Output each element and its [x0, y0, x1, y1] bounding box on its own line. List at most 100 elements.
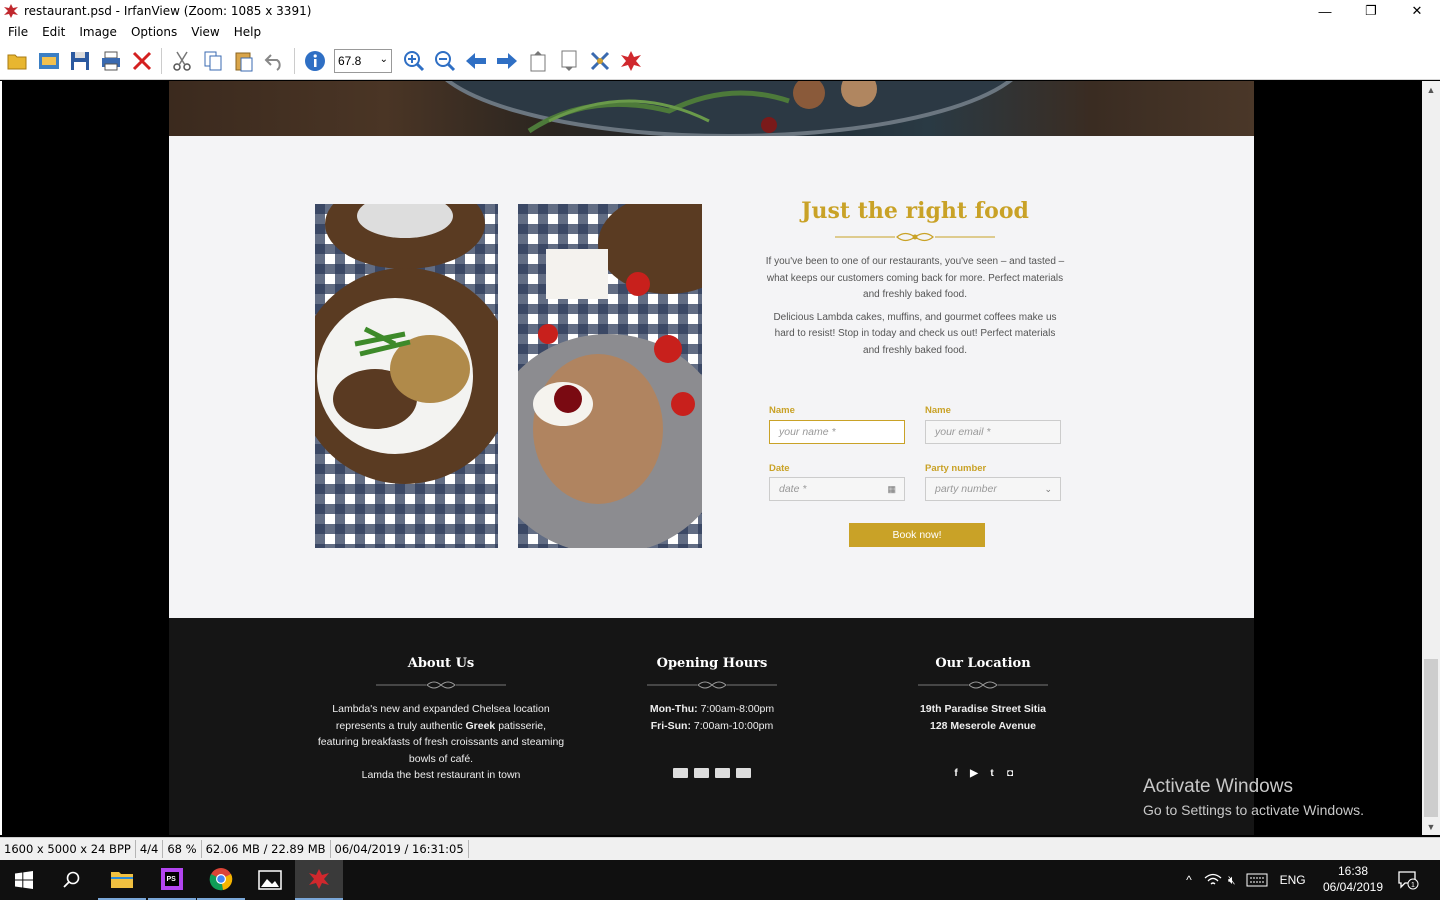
hours-text: Mon-Thu: 7:00am-8:00pm Fri-Sun: 7:00am-10…: [649, 703, 775, 732]
food-photo-fruit-granola: [518, 204, 702, 548]
location-column: Our Location 19th Paradise Street Sitia 1…: [858, 656, 1108, 779]
wifi-icon[interactable]: [1204, 873, 1222, 887]
name-input[interactable]: your name *: [769, 420, 905, 444]
photos-icon[interactable]: [246, 860, 294, 900]
scroll-down-arrow-icon[interactable]: ▼: [1422, 818, 1440, 835]
twitter-icon[interactable]: t: [986, 768, 998, 779]
facebook-icon[interactable]: f: [950, 768, 962, 779]
toolbar: 67.8 ⌄: [0, 42, 1440, 80]
about-column: About Us Lambda's new and expanded Chels…: [316, 656, 566, 784]
language-indicator[interactable]: ENG: [1280, 873, 1306, 887]
email-placeholder: your email *: [935, 426, 991, 438]
clock-time: 16:38: [1337, 864, 1369, 878]
menu-options[interactable]: Options: [123, 25, 183, 39]
section-title: Just the right food: [801, 198, 1029, 224]
food-photo-meat-quinoa: [315, 204, 498, 548]
ornament-divider-icon: [376, 681, 506, 689]
print-icon[interactable]: [95, 46, 126, 76]
scroll-thumb[interactable]: [1424, 659, 1438, 817]
search-icon[interactable]: [48, 860, 96, 900]
irfanview-taskbar-icon[interactable]: [295, 860, 343, 900]
date-label: Date: [769, 463, 790, 474]
party-label: Party number: [925, 463, 987, 474]
date-placeholder: date *: [779, 483, 807, 495]
scroll-up-arrow-icon[interactable]: ▲: [1422, 81, 1440, 98]
reservation-section: Just the right food If you've been to on…: [169, 136, 1254, 618]
about-text: Lambda's new and expanded Chelsea locati…: [317, 703, 565, 781]
windows-taskbar: PS ^ 🔇︎ ENG 16:38 06/04/2019 1: [0, 860, 1440, 900]
chevron-up-icon[interactable]: ^: [1180, 873, 1198, 887]
chrome-icon[interactable]: [197, 860, 245, 900]
status-page: 4/4: [136, 840, 164, 858]
zoom-select[interactable]: 67.8 ⌄: [334, 48, 392, 73]
gold-ornament-divider-icon: [835, 232, 995, 242]
previous-arrow-icon[interactable]: [460, 46, 491, 76]
close-window-button[interactable]: ✕: [1394, 0, 1440, 22]
notification-count: 1: [1411, 882, 1415, 889]
window-title: restaurant.psd - IrfanView (Zoom: 1085 x…: [24, 4, 312, 18]
name-label: Name: [769, 405, 795, 416]
keyboard-icon[interactable]: [1246, 873, 1268, 887]
copy-icon[interactable]: [197, 46, 228, 76]
info-icon[interactable]: [299, 46, 330, 76]
menu-help[interactable]: Help: [226, 25, 267, 39]
paste-icon[interactable]: [228, 46, 259, 76]
start-windows-icon[interactable]: [0, 860, 48, 900]
image-viewer[interactable]: Just the right food If you've been to on…: [0, 81, 1422, 835]
file-explorer-icon[interactable]: [98, 860, 146, 900]
activate-windows-subtitle: Go to Settings to activate Windows.: [1143, 802, 1364, 818]
social-icons: f ▶ t ◘: [858, 768, 1108, 779]
zoom-in-icon[interactable]: [398, 46, 429, 76]
amex-card-icon: [673, 768, 688, 778]
volume-muted-icon[interactable]: 🔇︎: [1228, 873, 1236, 888]
activate-windows-watermark: Activate Windows Go to Settings to activ…: [1143, 776, 1364, 818]
instagram-icon[interactable]: ◘: [1004, 768, 1016, 779]
menu-view[interactable]: View: [183, 25, 225, 39]
delete-icon[interactable]: [126, 46, 157, 76]
thumbnails-icon[interactable]: [33, 46, 64, 76]
hero-food-image: [169, 81, 1254, 136]
next-arrow-icon[interactable]: [491, 46, 522, 76]
visa-card-icon: [715, 768, 730, 778]
settings-tools-icon[interactable]: [584, 46, 615, 76]
location-title: Our Location: [935, 656, 1031, 671]
date-input[interactable]: date * ▦: [769, 477, 905, 501]
about-title: About Us: [407, 656, 475, 671]
system-tray: ^ 🔇︎ ENG: [1180, 860, 1306, 900]
notification-center-icon[interactable]: 1: [1386, 860, 1430, 900]
email-label: Name: [925, 405, 951, 416]
party-select[interactable]: party number ⌄: [925, 477, 1061, 501]
save-icon[interactable]: [64, 46, 95, 76]
zoom-out-icon[interactable]: [429, 46, 460, 76]
zoom-value: 67.8: [338, 53, 362, 68]
first-page-icon[interactable]: [522, 46, 553, 76]
email-input[interactable]: your email *: [925, 420, 1061, 444]
menu-image[interactable]: Image: [71, 25, 123, 39]
irfanview-app-icon: [4, 4, 18, 18]
location-text: 19th Paradise Street Sitia 128 Meserole A…: [919, 703, 1047, 732]
ornament-divider-icon: [918, 681, 1048, 689]
credit-card-icon: [736, 768, 751, 778]
menu-edit[interactable]: Edit: [34, 25, 71, 39]
open-folder-icon[interactable]: [2, 46, 33, 76]
chevron-down-icon: ⌄: [379, 53, 388, 65]
maximize-button[interactable]: ❐: [1348, 0, 1394, 22]
name-placeholder: your name *: [779, 426, 836, 438]
taskbar-clock[interactable]: 16:38 06/04/2019: [1322, 863, 1384, 895]
vertical-scrollbar[interactable]: ▲ ▼: [1422, 81, 1440, 835]
party-placeholder: party number: [935, 483, 997, 495]
intro-paragraph-2: Delicious Lambda cakes, muffins, and gou…: [773, 311, 1057, 356]
status-dimensions: 1600 x 5000 x 24 BPP: [0, 840, 136, 858]
undo-icon[interactable]: [259, 46, 290, 76]
site-footer: About Us Lambda's new and expanded Chels…: [169, 618, 1254, 835]
cut-icon[interactable]: [166, 46, 197, 76]
intro-paragraph-1: If you've been to one of our restaurants…: [765, 256, 1065, 300]
book-now-button[interactable]: Book now!: [849, 523, 985, 547]
activate-windows-title: Activate Windows: [1143, 776, 1293, 797]
youtube-icon[interactable]: ▶: [968, 768, 980, 779]
irfanview-logo-icon[interactable]: [615, 46, 646, 76]
phpstorm-icon[interactable]: PS: [148, 860, 196, 900]
menu-file[interactable]: File: [0, 25, 34, 39]
last-page-icon[interactable]: [553, 46, 584, 76]
minimize-button[interactable]: —: [1302, 0, 1348, 22]
